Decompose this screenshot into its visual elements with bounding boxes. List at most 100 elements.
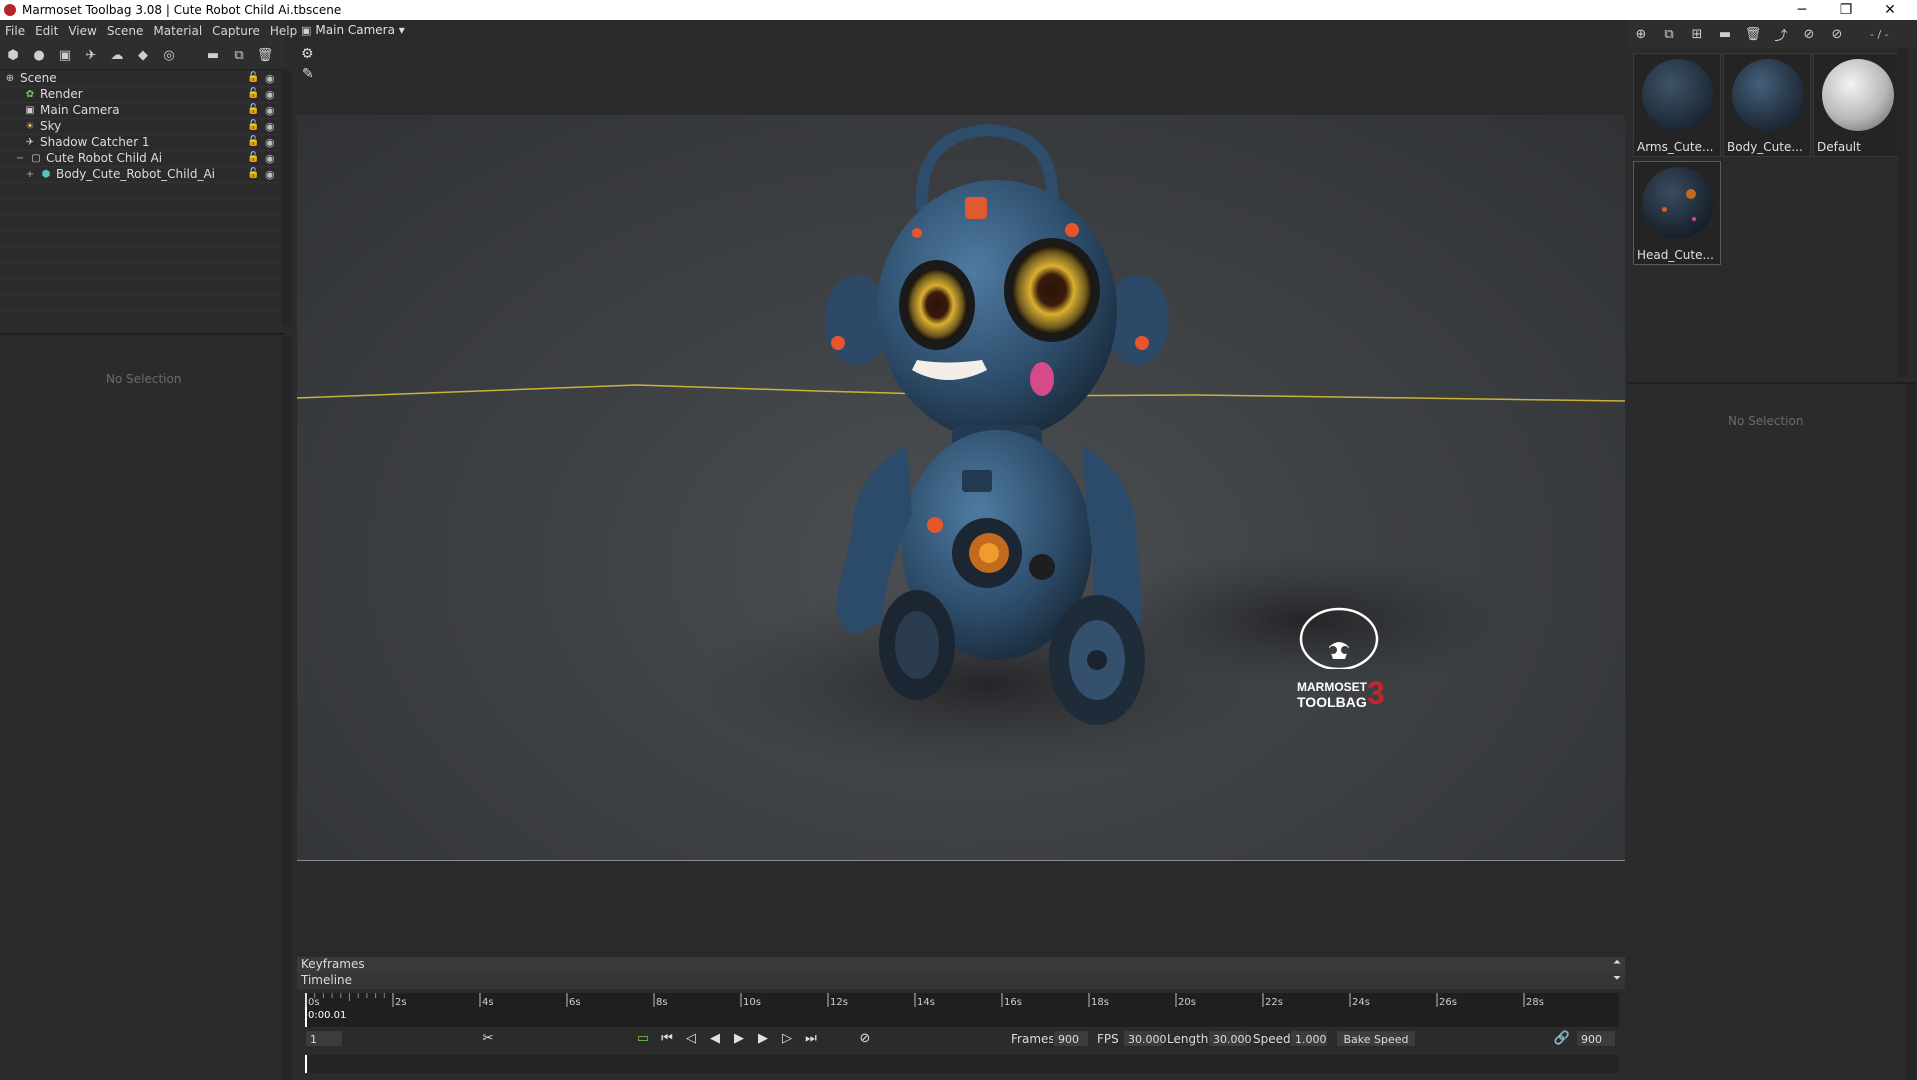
lock-icon[interactable]: 🔓 bbox=[247, 136, 259, 148]
frames-field[interactable]: 900 bbox=[1053, 1030, 1089, 1047]
open-folder-icon[interactable]: ▬ bbox=[204, 46, 222, 64]
speed-field[interactable]: 1.000 bbox=[1290, 1030, 1328, 1047]
open-folder-icon[interactable]: ▬ bbox=[1716, 25, 1734, 43]
right-properties-scrollbar[interactable] bbox=[1906, 384, 1916, 1080]
skip-to-end-icon[interactable]: ⏭ bbox=[802, 1029, 820, 1047]
timeline-settings-icon[interactable]: ⊘ bbox=[856, 1029, 874, 1047]
collapse-down-icon[interactable]: ⏷ bbox=[1613, 973, 1621, 984]
menu-scene[interactable]: Scene bbox=[102, 24, 149, 38]
length-label: Length bbox=[1167, 1032, 1209, 1046]
properties-panel-right: No Selection bbox=[1628, 382, 1917, 1080]
tree-item-sky[interactable]: ☀ Sky 🔓 ◉ bbox=[0, 118, 280, 134]
add-shadow-catcher-icon[interactable]: ✈ bbox=[82, 46, 100, 64]
frames-label: Frames bbox=[1011, 1032, 1055, 1046]
add-light-icon[interactable]: ● bbox=[30, 46, 48, 64]
duplicate-material-icon[interactable]: ⧉ bbox=[1660, 25, 1678, 43]
restore-button[interactable]: ❐ bbox=[1824, 0, 1868, 20]
visibility-eye-icon[interactable]: ◉ bbox=[265, 152, 279, 165]
add-mesh-icon[interactable]: ⬢ bbox=[4, 46, 22, 64]
expand-icon[interactable]: + bbox=[24, 168, 36, 180]
menu-edit[interactable]: Edit bbox=[30, 24, 63, 38]
material-preview bbox=[1732, 59, 1804, 131]
keyframes-header[interactable]: Keyframes ⏶ bbox=[297, 957, 1625, 973]
add-group-icon[interactable]: ◆ bbox=[134, 46, 152, 64]
material-grid-icon[interactable]: ⊞ bbox=[1688, 25, 1706, 43]
end-frame-field[interactable]: 900 bbox=[1576, 1030, 1616, 1047]
timeline-ruler[interactable]: 0s 0:00.01 2s 4s 6s 8s 10s 12s 14s 16s 1… bbox=[305, 993, 1619, 1027]
bake-speed-button[interactable]: Bake Speed bbox=[1336, 1030, 1416, 1047]
viewport-settings-gear-icon[interactable]: ⚙ bbox=[301, 46, 314, 62]
paint-brush-icon[interactable]: ✎ bbox=[302, 66, 314, 82]
properties-scrollbar[interactable] bbox=[282, 335, 292, 1080]
tree-item-scene[interactable]: ⊕ Scene 🔓 ◉ bbox=[0, 70, 280, 86]
tree-item-main-camera[interactable]: ▣ Main Camera 🔓 ◉ bbox=[0, 102, 280, 118]
material-library: Arms_Cute... Body_Cute... Default Head_C… bbox=[1628, 48, 1908, 378]
speed-label: Speed bbox=[1253, 1032, 1291, 1046]
visibility-eye-icon[interactable]: ◉ bbox=[265, 136, 279, 149]
tree-item-cute-robot[interactable]: − ▢ Cute Robot Child Ai 🔓 ◉ bbox=[0, 150, 280, 166]
lock-icon[interactable]: 🔓 bbox=[247, 152, 259, 164]
tree-item-render[interactable]: ✿ Render 🔓 ◉ bbox=[0, 86, 280, 102]
visibility-eye-icon[interactable]: ◉ bbox=[265, 168, 279, 181]
scissors-icon[interactable]: ✂ bbox=[479, 1029, 497, 1047]
prev-keyframe-icon[interactable]: ◁ bbox=[682, 1029, 700, 1047]
lock-icon[interactable]: 🔓 bbox=[247, 120, 259, 132]
minimize-button[interactable]: ─ bbox=[1780, 0, 1824, 20]
scene-tree-scrollbar[interactable] bbox=[282, 70, 292, 326]
timeline-header[interactable]: Timeline ⏷ bbox=[297, 973, 1625, 989]
add-turntable-icon[interactable]: ◎ bbox=[160, 46, 178, 64]
marmoset-skull-icon bbox=[1299, 607, 1379, 669]
play-icon[interactable]: ▶ bbox=[730, 1029, 748, 1047]
add-camera-icon[interactable]: ▣ bbox=[56, 46, 74, 64]
step-back-icon[interactable]: ◀ bbox=[706, 1029, 724, 1047]
expand-up-icon[interactable]: ⏶ bbox=[1613, 957, 1621, 968]
material-slot-default[interactable]: Default bbox=[1813, 53, 1901, 157]
material-slot-body[interactable]: Body_Cute... bbox=[1723, 53, 1811, 157]
keyframe-track[interactable] bbox=[305, 1055, 1619, 1073]
lock-icon[interactable]: 🔓 bbox=[247, 88, 259, 100]
visibility-eye-icon[interactable]: ◉ bbox=[265, 120, 279, 133]
lock-icon[interactable]: 🔓 bbox=[247, 104, 259, 116]
delete-icon[interactable]: 🗑 bbox=[256, 46, 274, 64]
close-button[interactable]: ✕ bbox=[1868, 0, 1912, 20]
lock-icon[interactable]: 🔓 bbox=[247, 72, 259, 84]
track-playhead[interactable] bbox=[305, 1055, 307, 1073]
pick-material-icon[interactable]: ⤴ bbox=[1772, 25, 1790, 44]
next-keyframe-icon[interactable]: ▷ bbox=[778, 1029, 796, 1047]
lock-icon[interactable]: 🔓 bbox=[247, 168, 259, 180]
preset-label[interactable]: - / - bbox=[1870, 28, 1889, 41]
add-fog-icon[interactable]: ☁ bbox=[108, 46, 126, 64]
material-settings-icon[interactable]: ⊘ bbox=[1828, 25, 1846, 43]
delete-material-icon[interactable]: 🗑 bbox=[1744, 25, 1762, 43]
camera-selector[interactable]: ▣ Main Camera ▾ bbox=[301, 23, 405, 37]
scene-icon: ⊕ bbox=[5, 72, 15, 84]
camera-icon: ▣ bbox=[25, 104, 35, 116]
material-slot-head[interactable]: Head_Cute... bbox=[1633, 161, 1721, 265]
visibility-eye-icon[interactable]: ◉ bbox=[265, 104, 279, 117]
material-library-scrollbar[interactable] bbox=[1898, 48, 1908, 378]
length-field[interactable]: 30.000 bbox=[1208, 1030, 1252, 1047]
menu-view[interactable]: View bbox=[63, 24, 101, 38]
3d-viewport[interactable]: MARMOSET TOOLBAG 3 bbox=[297, 115, 1625, 861]
step-forward-icon[interactable]: ▶ bbox=[754, 1029, 772, 1047]
visibility-eye-icon[interactable]: ◉ bbox=[265, 88, 279, 101]
tree-item-shadow-catcher[interactable]: ✈ Shadow Catcher 1 🔓 ◉ bbox=[0, 134, 280, 150]
new-material-icon[interactable]: ⊕ bbox=[1632, 25, 1650, 43]
visibility-eye-icon[interactable]: ◉ bbox=[265, 72, 279, 85]
menu-file[interactable]: File bbox=[0, 24, 30, 38]
assign-material-icon[interactable]: ⊘ bbox=[1800, 25, 1818, 43]
menu-material[interactable]: Material bbox=[148, 24, 207, 38]
material-toolbar: ⊕ ⧉ ⊞ ▬ 🗑 ⤴ ⊘ ⊘ - / - bbox=[1628, 20, 1917, 48]
fps-field[interactable]: 30.000 bbox=[1123, 1030, 1167, 1047]
render-icon: ✿ bbox=[25, 88, 35, 100]
current-frame-field[interactable]: 1 bbox=[305, 1030, 343, 1047]
collapse-icon[interactable]: − bbox=[14, 152, 26, 164]
material-slot-arms[interactable]: Arms_Cute... bbox=[1633, 53, 1721, 157]
link-icon[interactable]: 🔗 bbox=[1553, 1029, 1571, 1047]
duplicate-icon[interactable]: ⧉ bbox=[230, 46, 248, 64]
tree-item-body-mesh[interactable]: + ⬢ Body_Cute_Robot_Child_Ai 🔓 ◉ bbox=[0, 166, 280, 182]
menu-capture[interactable]: Capture bbox=[207, 24, 265, 38]
skip-to-start-icon[interactable]: ⏮ bbox=[658, 1029, 676, 1047]
title-bar: Marmoset Toolbag 3.08 | Cute Robot Child… bbox=[0, 0, 1917, 20]
loop-icon[interactable]: ▭ bbox=[634, 1029, 652, 1047]
